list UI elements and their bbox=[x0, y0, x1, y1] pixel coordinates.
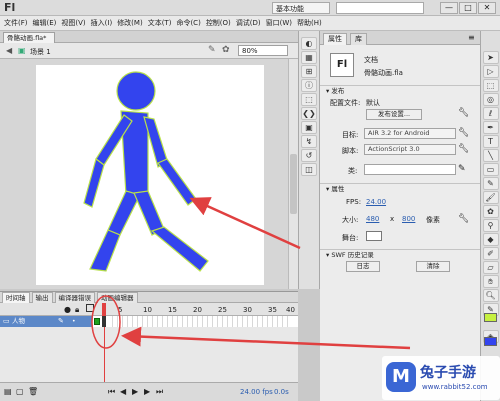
annotation-circle-keyframe bbox=[91, 295, 121, 349]
annotation-arrow-to-keyframe bbox=[121, 326, 411, 350]
site-watermark: M 兔子手游 www.rabbit52.com bbox=[382, 356, 500, 400]
annotation-arrow-to-figure bbox=[189, 197, 301, 250]
watermark-logo: M bbox=[386, 362, 416, 392]
watermark-title: 兔子手游 bbox=[420, 365, 476, 381]
annotation-overlay bbox=[91, 197, 411, 350]
watermark-url: www.rabbit52.com bbox=[422, 383, 488, 391]
